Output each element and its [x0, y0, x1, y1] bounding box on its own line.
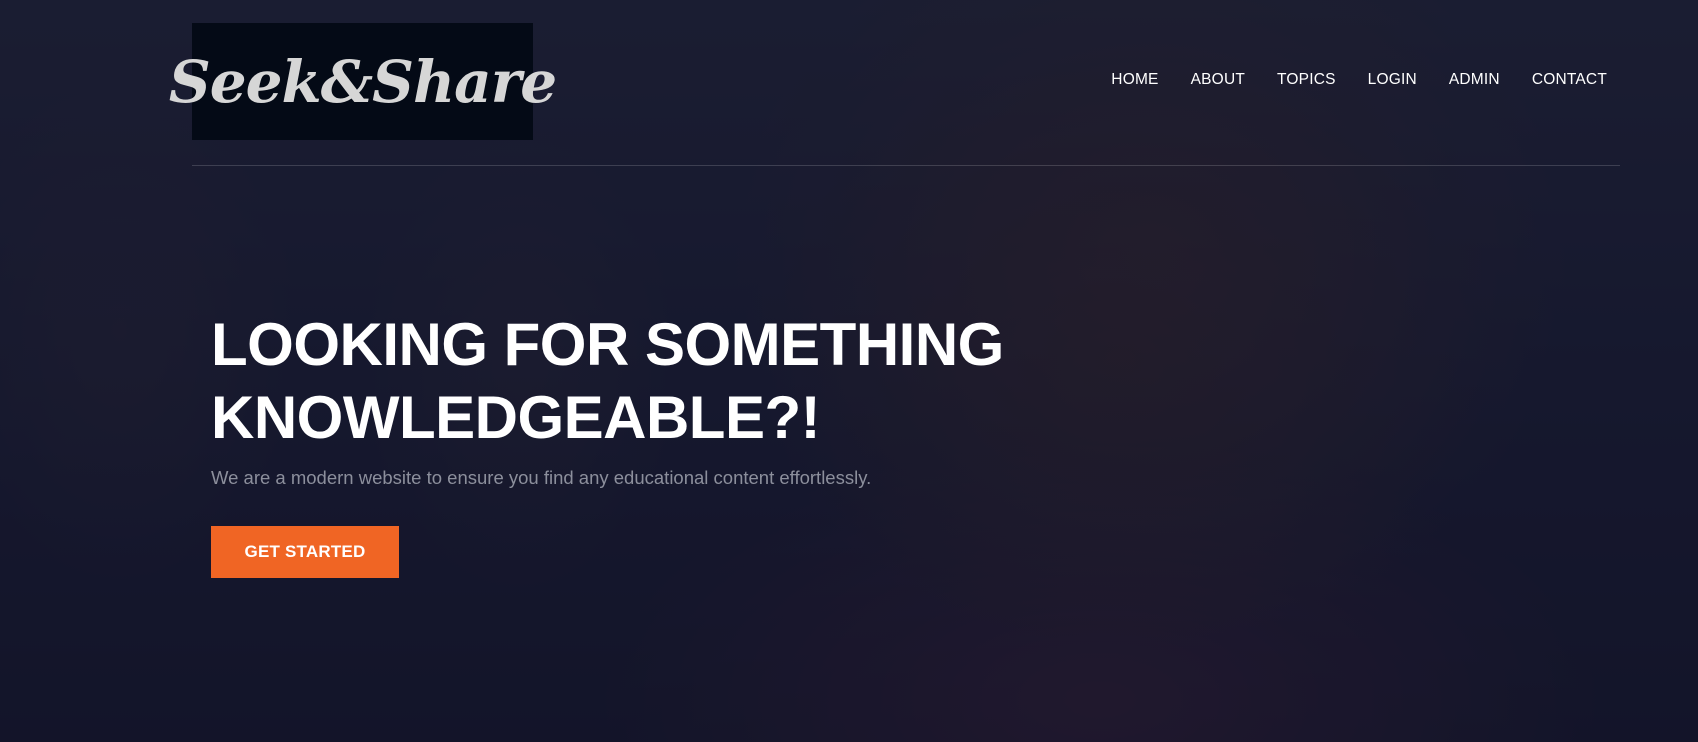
hero-headline: LOOKING FOR SOMETHING KNOWLEDGEABLE?!: [211, 308, 1111, 454]
logo-text: Seek&Share: [168, 47, 557, 116]
nav-admin[interactable]: ADMIN: [1449, 71, 1500, 89]
hero-section: Seek&Share HOME ABOUT TOPICS LOGIN ADMIN…: [0, 0, 1698, 742]
get-started-button[interactable]: GET STARTED: [211, 526, 399, 578]
main-nav: HOME ABOUT TOPICS LOGIN ADMIN CONTACT: [1111, 71, 1607, 89]
headline-line-1: LOOKING FOR SOMETHING: [211, 311, 1004, 378]
hero-subtitle: We are a modern website to ensure you fi…: [211, 467, 872, 488]
nav-login[interactable]: LOGIN: [1368, 71, 1417, 89]
headline-line-2: KNOWLEDGEABLE?!: [211, 384, 821, 451]
site-logo[interactable]: Seek&Share: [169, 23, 557, 140]
nav-home[interactable]: HOME: [1111, 71, 1158, 89]
nav-topics[interactable]: TOPICS: [1277, 71, 1336, 89]
nav-about[interactable]: ABOUT: [1191, 71, 1245, 89]
header-divider: [192, 165, 1620, 166]
nav-contact[interactable]: CONTACT: [1532, 71, 1607, 89]
